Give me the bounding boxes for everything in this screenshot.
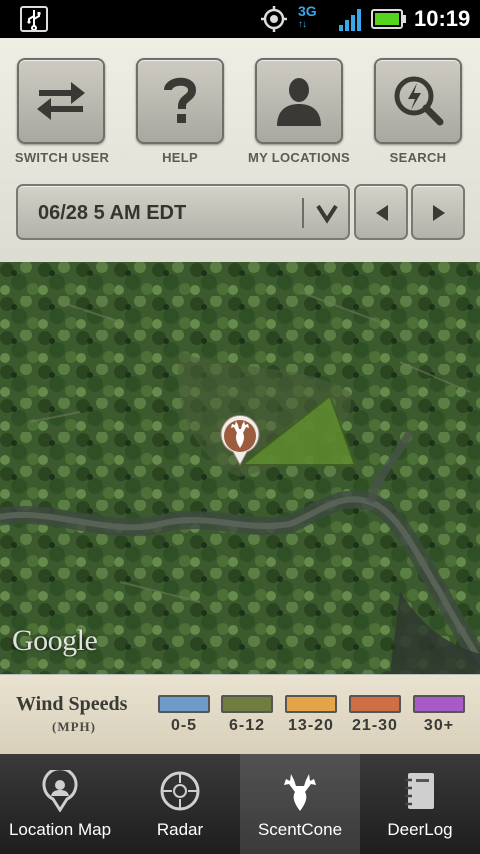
switch-user-button[interactable] — [17, 58, 105, 144]
search-label: SEARCH — [389, 150, 447, 165]
question-icon — [164, 77, 197, 123]
deer-icon — [284, 774, 316, 811]
legend-label-13-20: 13-20 — [288, 717, 334, 734]
search-button[interactable] — [374, 58, 462, 144]
tab-location-map[interactable]: Location Map — [0, 754, 120, 854]
network-type-label: 3G — [298, 3, 317, 19]
triangle-right-icon — [433, 205, 445, 221]
toolbar: SWITCH USER HELP MY LOCATIONS SEARCH 06/… — [0, 38, 480, 262]
switch-user-label: SWITCH USER — [14, 150, 110, 165]
help-label: HELP — [162, 150, 198, 165]
map-pin-icon — [42, 770, 78, 812]
date-time-selector[interactable]: 06/28 5 AM EDT — [16, 184, 350, 240]
notebook-icon — [405, 773, 434, 809]
legend-swatch-13-20 — [285, 695, 337, 713]
my-locations-label: MY LOCATIONS — [247, 150, 351, 165]
tab-radar-label: Radar — [156, 820, 204, 839]
divider — [302, 198, 304, 228]
help-button[interactable] — [136, 58, 224, 144]
legend-title: Wind Speeds — [16, 693, 128, 715]
tab-scentcone[interactable]: ScentCone — [240, 754, 360, 854]
google-attribution: Google — [12, 624, 98, 657]
search-lightning-icon — [394, 76, 444, 126]
battery-icon — [371, 9, 406, 29]
tab-deerlog-label: DeerLog — [387, 820, 453, 839]
radar-icon — [160, 771, 200, 811]
tab-radar[interactable]: Radar — [120, 754, 240, 854]
legend-swatch-21-30 — [349, 695, 401, 713]
usb-icon — [20, 6, 48, 32]
gps-icon — [261, 6, 287, 32]
legend-label-21-30: 21-30 — [352, 717, 398, 734]
switch-arrows-icon — [37, 82, 85, 120]
legend-swatch-30-plus — [413, 695, 465, 713]
legend-label-30-plus: 30+ — [423, 717, 455, 734]
previous-time-button[interactable] — [354, 184, 408, 240]
legend-unit: (MPH) — [52, 719, 96, 734]
stand-location-pin[interactable] — [219, 415, 261, 467]
triangle-left-icon — [376, 205, 388, 221]
wind-speed-legend: Wind Speeds (MPH) 0-5 6-12 13-20 21-30 3… — [0, 674, 480, 754]
my-locations-button[interactable] — [255, 58, 343, 144]
tab-scentcone-label: ScentCone — [257, 820, 343, 839]
person-icon — [277, 78, 321, 126]
bottom-tab-bar: Location Map Radar ScentCone DeerLog — [0, 754, 480, 854]
data-activity-icon: ↑↓ — [298, 19, 307, 30]
status-bar: 3G ↑↓ 10:19 — [0, 0, 480, 38]
legend-swatch-0-5 — [158, 695, 210, 713]
signal-strength-icon — [339, 9, 361, 31]
chevron-down-icon[interactable] — [312, 196, 342, 230]
legend-swatch-6-12 — [221, 695, 273, 713]
next-time-button[interactable] — [411, 184, 465, 240]
clock: 10:19 — [414, 6, 471, 31]
legend-label-0-5: 0-5 — [170, 717, 198, 734]
legend-label-6-12: 6-12 — [228, 717, 266, 734]
satellite-map[interactable]: Google — [0, 262, 480, 674]
date-time-value: 06/28 5 AM EDT — [38, 202, 187, 224]
tab-location-map-label: Location Map — [8, 820, 112, 839]
tab-deerlog[interactable]: DeerLog — [360, 754, 480, 854]
network-indicator: 3G ↑↓ — [298, 4, 330, 34]
